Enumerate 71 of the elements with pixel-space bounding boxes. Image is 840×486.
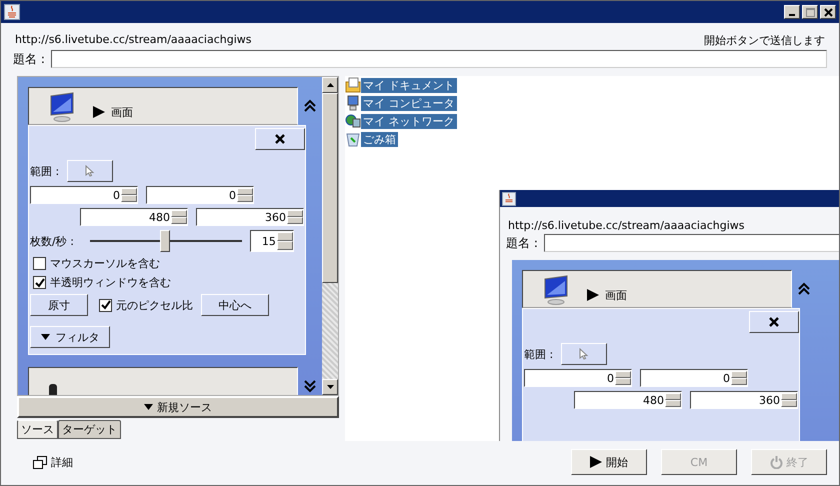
start-button[interactable]: 開始 (571, 449, 647, 475)
checkbox[interactable] (33, 276, 46, 289)
range-label: 範囲 : (524, 346, 554, 362)
minimize-button[interactable] (784, 5, 800, 19)
remove-source-button[interactable] (255, 128, 305, 150)
checkmark-icon (100, 300, 110, 310)
scroll-up-icon (326, 83, 334, 87)
center-button[interactable]: 中心へ (201, 294, 269, 316)
title-label: 題名 : (506, 234, 538, 252)
number-spinner[interactable]: 0 (146, 186, 254, 204)
cursor-icon (85, 165, 96, 177)
scrollbar[interactable] (322, 77, 338, 395)
source-header[interactable]: 画面 (28, 87, 298, 125)
maximize-icon (806, 8, 814, 16)
number-spinner: 480 (574, 391, 682, 409)
filter-button[interactable]: フィルタ (30, 326, 110, 348)
recycle-bin-icon (345, 131, 361, 147)
stream-url: http://s6.livetube.cc/stream/aaaaciachgiws (15, 33, 252, 48)
number-spinner: 0 (524, 369, 632, 387)
hint-text: 開始ボタンで送信します (704, 33, 825, 48)
source-header[interactable] (28, 367, 298, 395)
checkbox-option[interactable]: マウスカーソルを含む (30, 256, 305, 271)
checkbox-option[interactable]: 半透明ウィンドウを含む (30, 275, 305, 290)
close-icon (275, 134, 285, 144)
new-source-button[interactable]: 新規ソース (17, 396, 339, 418)
checkbox[interactable] (33, 257, 46, 270)
source-name: 画面 (605, 288, 627, 303)
number-spinner: 360 (690, 391, 798, 409)
select-range-button[interactable] (67, 160, 114, 182)
tab[interactable]: ソース (17, 420, 58, 439)
close-button[interactable] (820, 5, 836, 19)
number-spinner[interactable]: 360 (196, 208, 304, 226)
source-name: 画面 (111, 105, 133, 120)
maximize-button[interactable] (802, 5, 818, 19)
scroll-down-icon (326, 385, 334, 389)
checkmark-icon (34, 278, 44, 288)
title-input[interactable] (50, 50, 827, 68)
windows-icon (33, 456, 47, 468)
fps-spinner[interactable]: 15 (250, 230, 294, 252)
number-spinner[interactable]: 0 (30, 186, 138, 204)
fps-label: 枚数/秒 : (30, 234, 74, 248)
caret-icon (144, 404, 153, 410)
globe-computer-icon (345, 113, 361, 129)
number-spinner[interactable]: 480 (80, 208, 188, 226)
desktop-icon-label[interactable]: マイ ネットワーク (361, 114, 456, 128)
stream-url: http://s6.livetube.cc/stream/aaaaciachgiws (508, 219, 744, 232)
play-icon (587, 289, 599, 301)
collapse-icon[interactable] (304, 99, 316, 113)
cursor-icon (579, 348, 590, 360)
expand-icon[interactable] (304, 379, 316, 393)
aspect-ratio-checkbox[interactable]: 元のピクセル比 (96, 298, 193, 312)
range-label: 範囲 : (30, 164, 60, 178)
fps-slider[interactable] (90, 230, 242, 252)
desktop-icon-label[interactable]: マイ ドキュメント (361, 78, 456, 92)
number-spinner: 0 (640, 369, 748, 387)
close-icon (824, 8, 832, 16)
power-icon (770, 456, 782, 468)
desktop-icon-label[interactable]: ごみ箱 (361, 132, 398, 146)
collapse-icon (798, 282, 810, 296)
desktop-icon-label[interactable]: マイ コンピュータ (361, 96, 456, 110)
title-label: 題名 : (13, 50, 45, 68)
checkbox[interactable] (99, 298, 112, 312)
computer-icon (345, 95, 361, 111)
play-icon (93, 106, 105, 118)
caret-icon (40, 334, 50, 340)
tab[interactable]: ターゲット (58, 420, 121, 439)
app-icon (4, 4, 20, 20)
actual-size-button[interactable]: 原寸 (30, 294, 88, 316)
play-icon (590, 456, 602, 468)
close-icon (769, 317, 779, 327)
details-toggle[interactable]: 詳細 (13, 454, 73, 470)
